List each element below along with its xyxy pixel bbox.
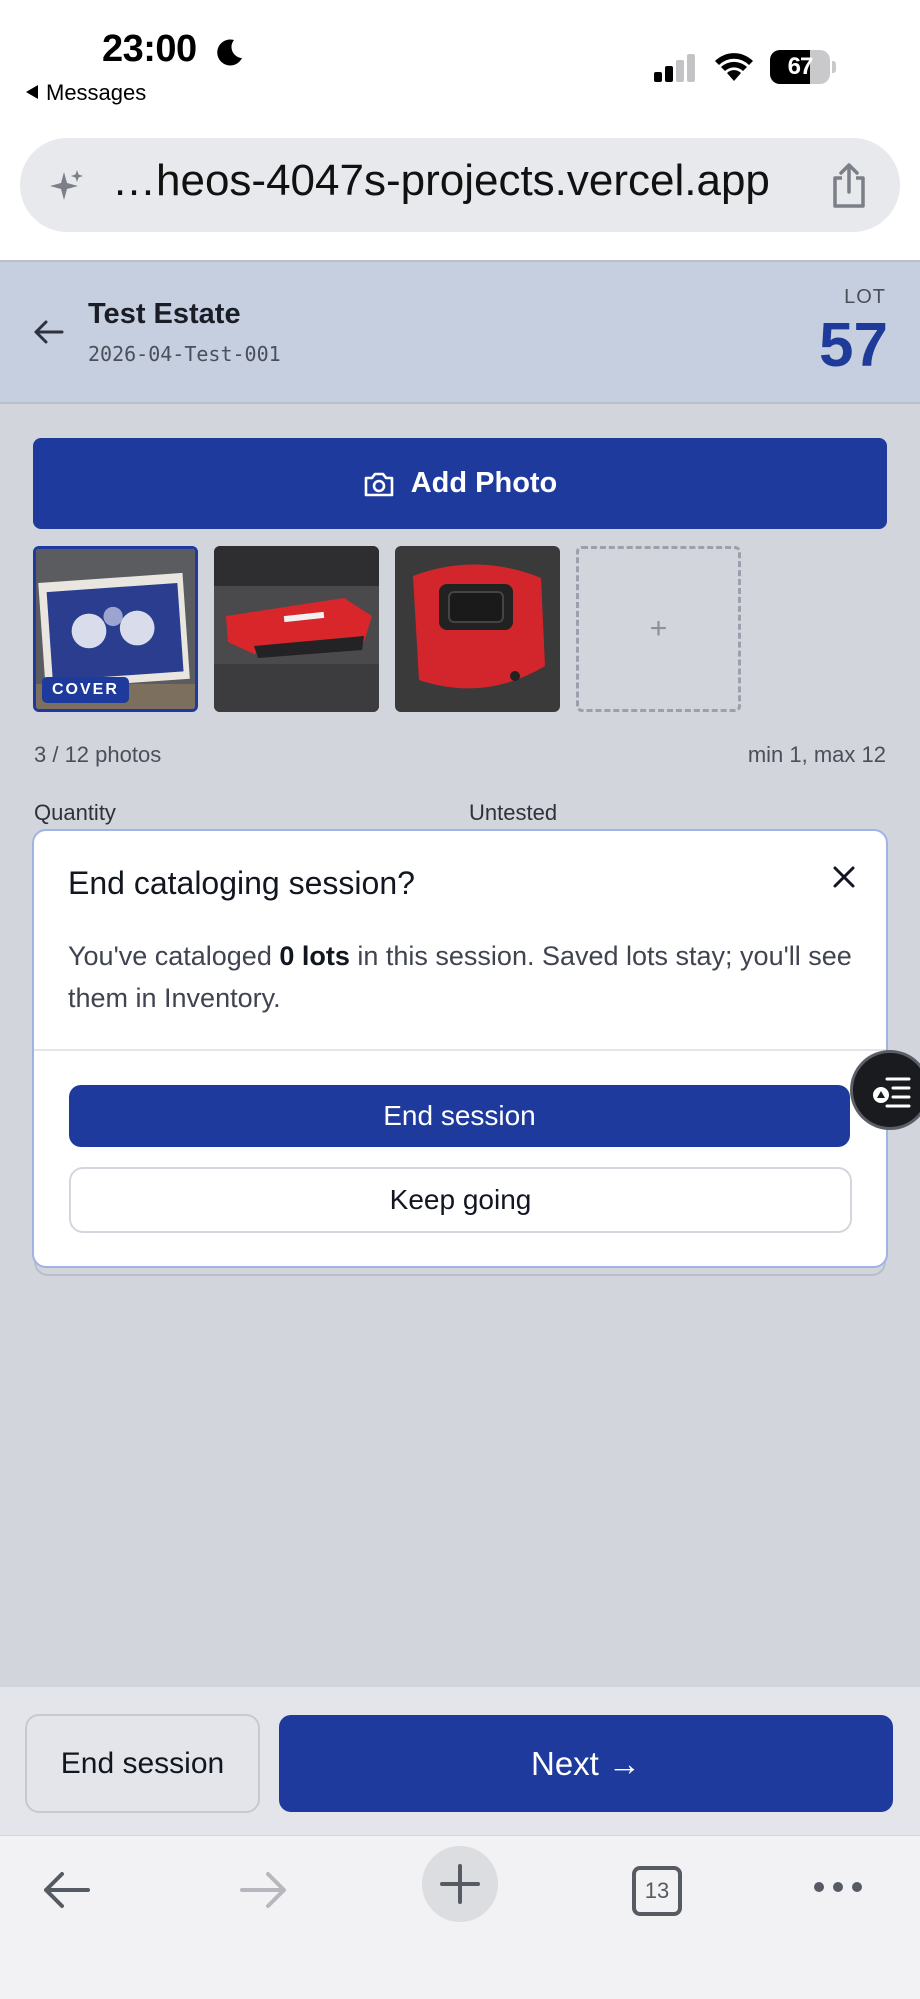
keep-going-button[interactable]: Keep going [69, 1167, 852, 1233]
back-to-messages[interactable]: Messages [26, 80, 146, 106]
back-app-label: Messages [46, 80, 147, 105]
lot-header: Test Estate 2026-04-Test-001 LOT 57 [0, 260, 920, 404]
back-triangle-icon [26, 85, 38, 99]
address-bar[interactable]: …heos-4047s-projects.vercel.app [20, 138, 900, 232]
photo-thumb-cover[interactable]: COVER [33, 546, 198, 712]
back-arrow-icon[interactable] [32, 318, 64, 346]
reader-icon [873, 1077, 911, 1108]
end-session-dialog: End cataloging session? You've cataloged… [32, 829, 888, 1268]
add-photo-label: Add Photo [410, 467, 558, 499]
dialog-title: End cataloging session? [68, 865, 415, 901]
sparkle-icon[interactable] [46, 166, 86, 206]
new-tab-button[interactable] [422, 1846, 498, 1922]
battery-icon: 67 [770, 50, 836, 84]
battery-level: 67 [787, 53, 814, 80]
photo-count: 3 / 12 photos [34, 742, 162, 767]
browser-toolbar: 13 [0, 1835, 920, 1999]
moon-icon [217, 39, 242, 66]
footer-end-session-button[interactable]: End session [25, 1714, 260, 1813]
next-button[interactable]: Next → [279, 1715, 893, 1812]
new-tab-icon [440, 1864, 480, 1904]
untested-label: Untested [469, 800, 558, 825]
end-session-button[interactable]: End session [69, 1085, 850, 1147]
browser-forward-icon[interactable] [238, 1868, 290, 1912]
estate-name: Test Estate [88, 298, 241, 330]
footer-actions: End session Next → [0, 1685, 920, 1835]
browser-back-icon[interactable] [40, 1868, 92, 1912]
add-photo-button[interactable]: Add Photo [33, 438, 887, 529]
browser-address-area: …heos-4047s-projects.vercel.app [0, 112, 920, 260]
tabs-icon[interactable]: 13 [632, 1866, 682, 1916]
dialog-divider [34, 1049, 886, 1051]
estate-code: 2026-04-Test-001 [88, 342, 281, 366]
red-tape-measure-image [395, 546, 560, 712]
dialog-lot-count: 0 lots [279, 941, 350, 971]
dialog-message-prefix: You've cataloged [68, 941, 280, 971]
close-icon[interactable] [830, 863, 858, 891]
cover-badge: COVER [42, 677, 129, 703]
photo-thumb[interactable] [214, 546, 379, 712]
wifi-icon [715, 53, 753, 81]
reader-button[interactable] [850, 1050, 920, 1130]
share-icon[interactable] [828, 162, 870, 210]
lot-number: 57 [819, 311, 888, 380]
add-photo-tile[interactable]: + [576, 546, 741, 712]
url-text[interactable]: …heos-4047s-projects.vercel.app [112, 156, 770, 206]
status-bar: 23:00 Messages 67 [0, 0, 920, 112]
photo-limits: min 1, max 12 [747, 742, 886, 767]
status-time: 23:00 [102, 28, 197, 70]
red-utility-knife-image [214, 546, 379, 712]
photo-thumb[interactable] [395, 546, 560, 712]
more-icon[interactable] [812, 1880, 864, 1894]
lot-label: LOT [844, 286, 886, 308]
dialog-message: You've cataloged 0 lots in this session.… [68, 935, 858, 1019]
signal-icon [654, 54, 695, 82]
quantity-label: Quantity [34, 800, 116, 825]
camera-icon [364, 472, 394, 496]
